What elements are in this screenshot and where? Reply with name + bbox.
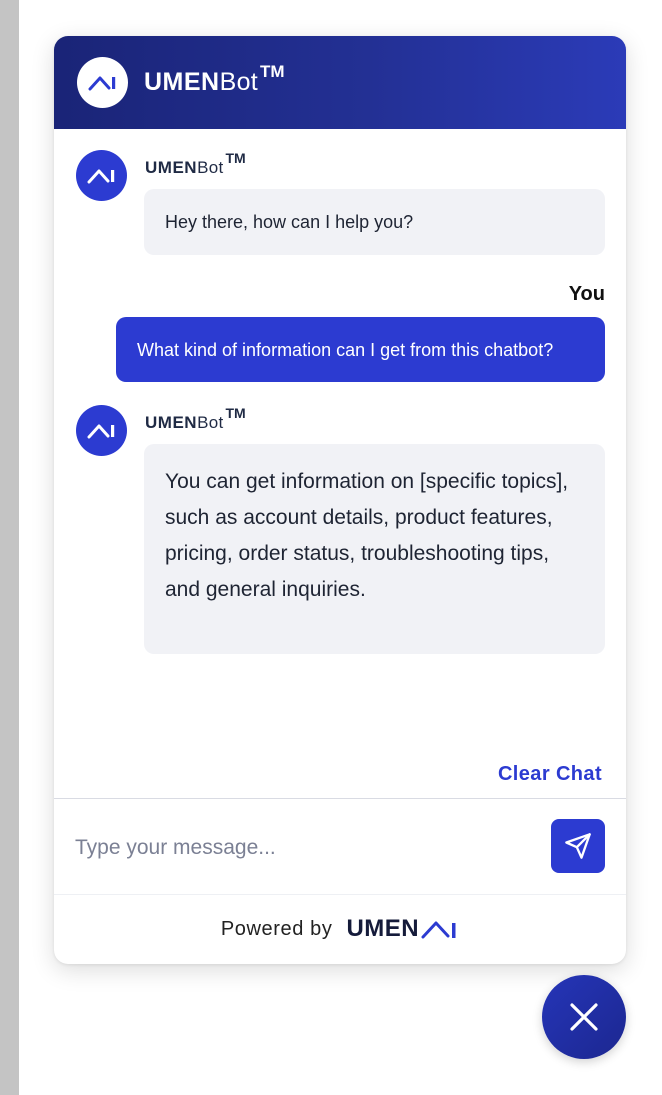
trademark: TM — [225, 150, 246, 166]
brand-light: Bot — [219, 68, 259, 96]
bot-name: UMEN Bot TM — [145, 150, 246, 178]
bot-name-bold: UMEN — [145, 158, 198, 177]
brand-bold: UMEN — [144, 68, 220, 96]
powered-by-label: Powered by — [220, 917, 333, 940]
input-divider — [54, 798, 626, 799]
powered-by-footer: Powered by UMEN — [54, 894, 626, 964]
bot-avatar — [76, 150, 127, 201]
bot-avatar — [76, 405, 127, 456]
bot-name-light: Bot — [197, 413, 224, 432]
bot-name-bold: UMEN — [145, 413, 198, 432]
send-button[interactable] — [551, 819, 605, 873]
footer-brand-text: UMEN — [346, 915, 420, 942]
clear-chat-button[interactable]: Clear Chat — [498, 763, 602, 786]
chat-widget: UMEN Bot TM UMEN Bot TM Hey there, how can I… — [54, 36, 626, 964]
chat-header: UMEN Bot TM — [54, 36, 626, 129]
umen-ai-logo-icon — [77, 57, 128, 108]
trademark: TM — [260, 62, 285, 81]
bot-message-bubble: You can get information on [specific top… — [144, 444, 605, 654]
trademark: TM — [225, 405, 246, 421]
ai-logo-mark-icon — [421, 921, 456, 939]
bot-name-light: Bot — [197, 158, 224, 177]
bot-message-bubble: Hey there, how can I help you? — [144, 189, 605, 255]
close-chat-button[interactable] — [542, 975, 626, 1059]
header-brand: UMEN Bot TM — [144, 62, 285, 97]
message-input[interactable] — [75, 826, 525, 870]
close-icon — [570, 1003, 598, 1031]
umen-ai-footer-logo: UMEN — [346, 915, 459, 943]
user-name-label: You — [568, 283, 605, 305]
send-icon — [565, 833, 591, 859]
background-page-edge — [0, 0, 19, 1095]
bot-name: UMEN Bot TM — [145, 405, 246, 433]
user-message-bubble: What kind of information can I get from … — [116, 317, 605, 382]
